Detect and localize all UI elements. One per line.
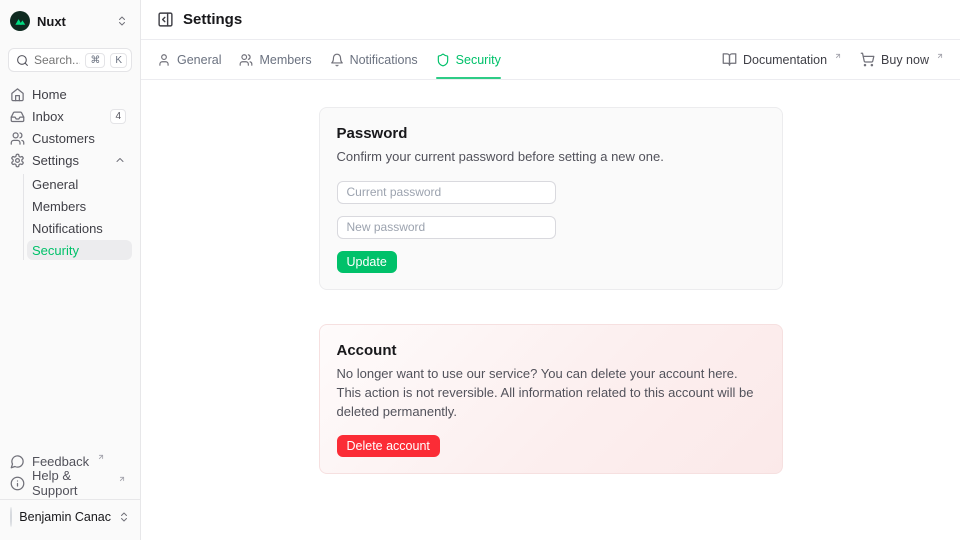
tab-label: Members: [259, 53, 311, 67]
sidebar-footer: Feedback Help & Support: [8, 451, 132, 499]
chevron-up-icon: [114, 154, 126, 166]
account-card-description: No longer want to use our service? You c…: [337, 365, 765, 422]
kbd-meta: ⌘: [85, 53, 105, 68]
documentation-label: Documentation: [743, 53, 827, 67]
sidebar-item-label: Notifications: [32, 221, 103, 236]
inbox-icon: [10, 109, 25, 124]
user-menu[interactable]: Benjamin Canac: [0, 499, 140, 532]
tab-security[interactable]: Security: [436, 40, 501, 79]
settings-security-content: Password Confirm your current password b…: [141, 80, 960, 540]
sidebar-item-security[interactable]: Security: [27, 240, 132, 260]
sidebar-item-settings[interactable]: Settings: [8, 150, 132, 170]
external-link-icon: [834, 52, 842, 60]
account-card-title: Account: [337, 342, 765, 359]
documentation-link[interactable]: Documentation: [722, 52, 842, 67]
settings-subnav: General Members Notifications Security: [23, 174, 132, 260]
tab-label: Notifications: [350, 53, 418, 67]
buy-now-link[interactable]: Buy now: [860, 52, 944, 67]
new-password-input[interactable]: [337, 216, 556, 239]
main-panel: Settings General Members Notifications: [141, 0, 960, 540]
tab-label: Security: [456, 53, 501, 67]
team-name: Nuxt: [37, 14, 109, 29]
toolbar-links: Documentation Buy now: [722, 52, 944, 67]
delete-account-button[interactable]: Delete account: [337, 435, 440, 457]
shopping-cart-icon: [860, 52, 875, 67]
sidebar-item-label: Home: [32, 87, 67, 102]
feedback-label: Feedback: [32, 454, 89, 469]
help-support-label: Help & Support: [32, 468, 110, 498]
user-name: Benjamin Canac: [19, 510, 111, 524]
external-link-icon: [936, 52, 944, 60]
search-icon: [16, 54, 29, 67]
sidebar-item-customers[interactable]: Customers: [8, 128, 132, 148]
tab-label: General: [177, 53, 221, 67]
sidebar-item-inbox[interactable]: Inbox 4: [8, 106, 132, 126]
sidebar-item-members[interactable]: Members: [27, 196, 132, 216]
info-icon: [10, 476, 25, 491]
search-input[interactable]: ⌘ K: [8, 48, 132, 72]
sidebar-item-label: Customers: [32, 131, 95, 146]
tab-members[interactable]: Members: [239, 40, 311, 79]
tab-notifications[interactable]: Notifications: [330, 40, 418, 79]
buy-now-label: Buy now: [881, 53, 929, 67]
sidebar-item-general[interactable]: General: [27, 174, 132, 194]
sidebar-spacer: [8, 262, 132, 451]
page-title: Settings: [183, 11, 242, 28]
toolbar: General Members Notifications Security: [141, 40, 960, 80]
tab-general[interactable]: General: [157, 40, 221, 79]
sidebar: Nuxt ⌘ K Home Inbox 4: [0, 0, 141, 540]
kbd-k: K: [110, 53, 127, 68]
sidebar-item-label: Security: [32, 243, 79, 258]
avatar: [10, 507, 12, 527]
password-card-description: Confirm your current password before set…: [337, 148, 765, 167]
sidebar-item-notifications[interactable]: Notifications: [27, 218, 132, 238]
sidebar-item-label: General: [32, 177, 78, 192]
team-selector[interactable]: Nuxt: [8, 8, 132, 34]
chevrons-up-down-icon: [116, 15, 128, 27]
settings-tabs: General Members Notifications Security: [157, 40, 501, 79]
current-password-input[interactable]: [337, 181, 556, 204]
home-icon: [10, 87, 25, 102]
account-card: Account No longer want to use our servic…: [319, 324, 783, 475]
panel-left-close-icon[interactable]: [157, 11, 174, 28]
search-placeholder[interactable]: [34, 53, 80, 67]
user-icon: [157, 53, 171, 67]
page-header: Settings: [141, 0, 960, 40]
sidebar-item-home[interactable]: Home: [8, 84, 132, 104]
sidebar-item-label: Inbox: [32, 109, 64, 124]
password-card: Password Confirm your current password b…: [319, 107, 783, 290]
shield-icon: [436, 53, 450, 67]
external-link-icon: [118, 475, 126, 483]
gear-icon: [10, 153, 25, 168]
external-link-icon: [97, 453, 105, 461]
inbox-count-badge: 4: [110, 109, 126, 124]
update-button[interactable]: Update: [337, 251, 397, 273]
chevrons-up-down-icon: [118, 511, 130, 523]
sidebar-item-label: Settings: [32, 153, 79, 168]
users-icon: [10, 131, 25, 146]
password-card-title: Password: [337, 125, 765, 142]
nuxt-logo-icon: [10, 11, 30, 31]
help-support-link[interactable]: Help & Support: [8, 473, 132, 493]
message-circle-icon: [10, 454, 25, 469]
users-icon: [239, 53, 253, 67]
sidebar-item-label: Members: [32, 199, 86, 214]
bell-icon: [330, 53, 344, 67]
book-open-icon: [722, 52, 737, 67]
sidebar-nav: Home Inbox 4 Customers Settings: [8, 84, 132, 262]
